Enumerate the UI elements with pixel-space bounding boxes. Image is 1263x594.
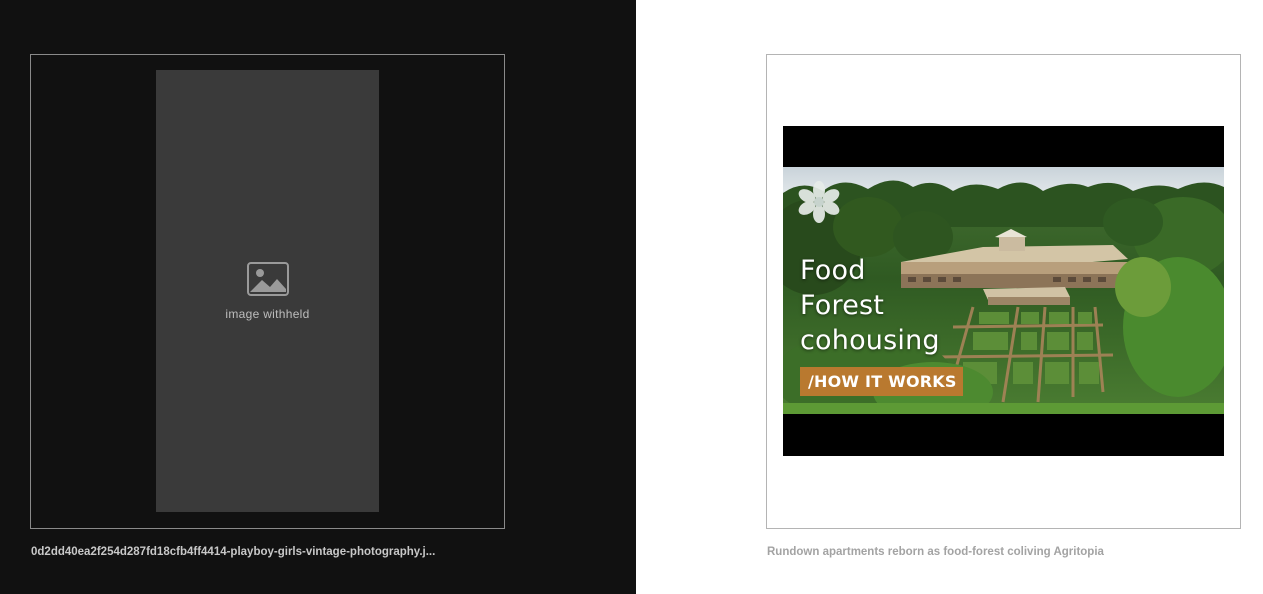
thumbnail-title-line: Forest — [800, 290, 885, 321]
thumbnail-title-line: cohousing — [800, 325, 940, 356]
right-panel: Food Forest cohousing /HOW IT WORKS Rund… — [636, 0, 1263, 594]
left-image-caption[interactable]: 0d2dd40ea2f254d287fd18cfb4ff4414-playboy… — [31, 546, 506, 558]
left-panel: image withheld 0d2dd40ea2f254d287fd18cfb… — [0, 0, 636, 594]
withheld-image-placeholder: image withheld — [156, 70, 379, 512]
left-image-frame[interactable]: image withheld — [30, 54, 505, 529]
thumbnail-title: Food Forest cohousing — [800, 253, 940, 358]
right-image-frame[interactable]: Food Forest cohousing /HOW IT WORKS — [766, 54, 1241, 529]
right-image-caption[interactable]: Rundown apartments reborn as food-forest… — [767, 546, 1242, 558]
flower-logo-icon — [798, 181, 840, 223]
image-icon — [246, 262, 289, 296]
video-thumbnail[interactable]: Food Forest cohousing /HOW IT WORKS — [783, 126, 1224, 456]
thumbnail-scene: Food Forest cohousing /HOW IT WORKS — [783, 167, 1224, 414]
thumbnail-title-line: Food — [800, 255, 866, 286]
withheld-label: image withheld — [225, 307, 310, 321]
how-it-works-badge: /HOW IT WORKS — [800, 367, 963, 396]
